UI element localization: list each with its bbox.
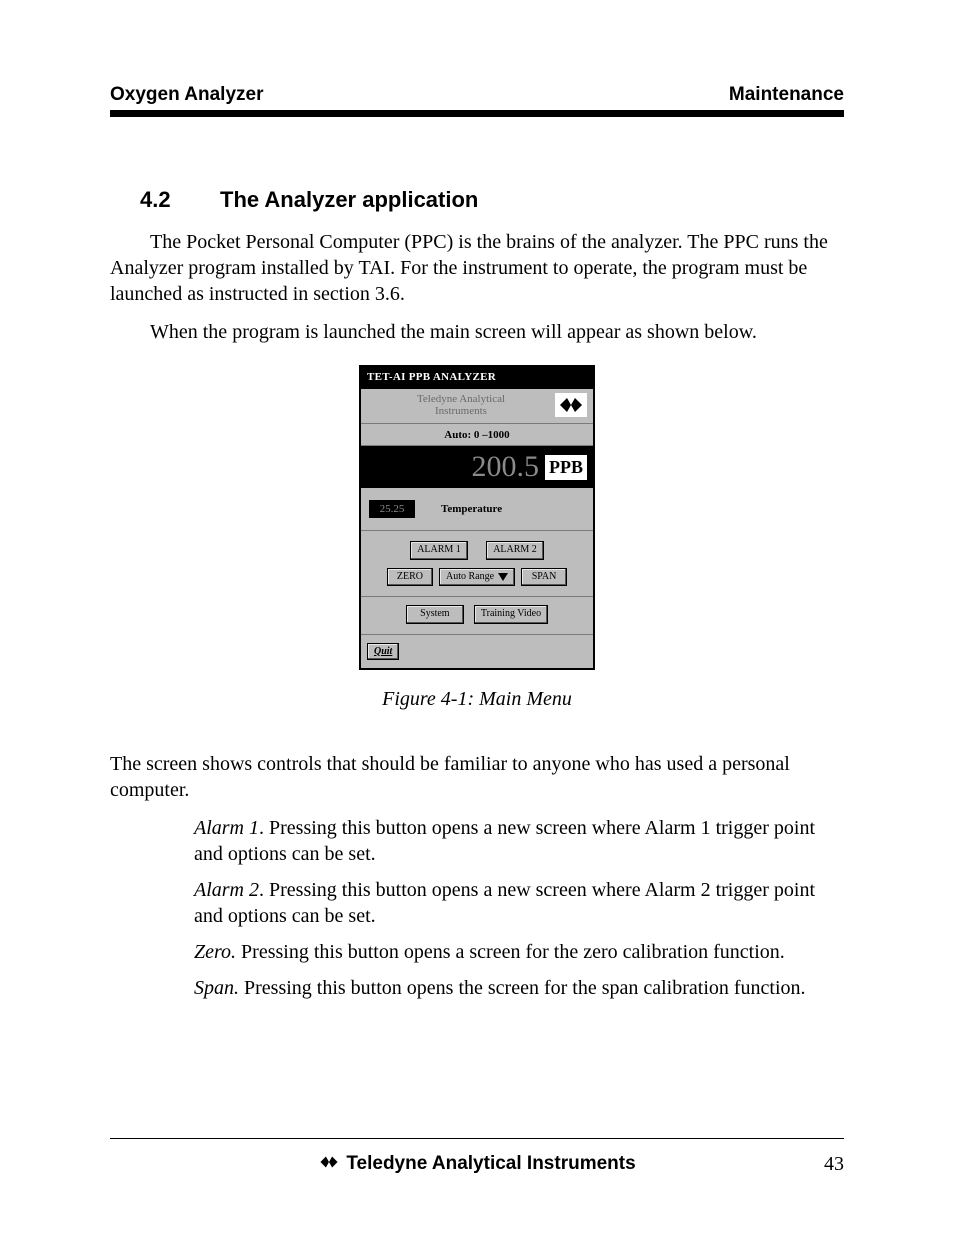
readout-unit: PPB	[545, 455, 587, 480]
figure-caption: Figure 4-1: Main Menu	[110, 688, 844, 711]
readout-value: 200.5	[472, 450, 540, 484]
zero-button[interactable]: ZERO	[387, 568, 433, 587]
teledyne-logo-icon	[318, 1155, 340, 1174]
desc-span: Span. Pressing this button opens the scr…	[194, 975, 844, 1001]
readout-panel: 200.5 PPB	[361, 446, 593, 488]
desc-alarm2-term: Alarm 2	[194, 879, 259, 901]
quit-button[interactable]: Quit	[367, 643, 399, 660]
paragraph-2: When the program is launched the main sc…	[110, 319, 844, 345]
system-button[interactable]: System	[406, 605, 464, 624]
section-title: The Analyzer application	[220, 187, 478, 212]
header-right: Maintenance	[729, 84, 844, 106]
paragraph-1: The Pocket Personal Computer (PPC) is th…	[110, 229, 844, 307]
desc-zero-term: Zero.	[194, 941, 236, 963]
desc-alarm1: Alarm 1. Pressing this button opens a ne…	[194, 815, 844, 867]
temperature-label: Temperature	[441, 503, 502, 515]
teledyne-logo-icon	[555, 393, 587, 417]
alarm2-button[interactable]: ALARM 2	[486, 541, 544, 560]
chevron-down-icon	[498, 573, 508, 581]
ppc-screenshot: TET-AI PPB ANALYZER Teledyne Analytical …	[359, 365, 595, 670]
desc-alarm2-text: . Pressing this button opens a new scree…	[194, 879, 815, 927]
desc-alarm1-text: . Pressing this button opens a new scree…	[194, 817, 815, 865]
desc-span-term: Span.	[194, 977, 239, 999]
auto-range-label: Auto: 0 –1000	[361, 424, 593, 446]
desc-alarm1-term: Alarm 1	[194, 817, 259, 839]
desc-span-text: Pressing this button opens the screen fo…	[239, 977, 806, 999]
desc-zero: Zero. Pressing this button opens a scree…	[194, 939, 844, 965]
section-heading: 4.2The Analyzer application	[140, 187, 844, 213]
autorange-label: Auto Range	[446, 572, 494, 583]
section-number: 4.2	[140, 187, 220, 213]
desc-zero-text: Pressing this button opens a screen for …	[236, 941, 785, 963]
paragraph-3: The screen shows controls that should be…	[110, 751, 844, 803]
training-video-button[interactable]: Training Video	[474, 605, 548, 624]
span-button[interactable]: SPAN	[521, 568, 567, 587]
footer-brand: Teledyne Analytical Instruments	[346, 1153, 635, 1175]
desc-alarm2: Alarm 2. Pressing this button opens a ne…	[194, 877, 844, 929]
device-subheader-1: Teledyne Analytical	[367, 393, 555, 405]
header-bar	[110, 110, 844, 117]
device-subheader-2: Instruments	[367, 405, 555, 417]
autorange-dropdown[interactable]: Auto Range	[439, 568, 515, 587]
device-titlebar: TET-AI PPB ANALYZER	[361, 367, 593, 389]
header-left: Oxygen Analyzer	[110, 84, 263, 106]
alarm1-button[interactable]: ALARM 1	[410, 541, 468, 560]
temperature-value: 25.25	[369, 500, 415, 518]
footer-page-number: 43	[824, 1153, 844, 1176]
footer-rule	[110, 1138, 844, 1139]
